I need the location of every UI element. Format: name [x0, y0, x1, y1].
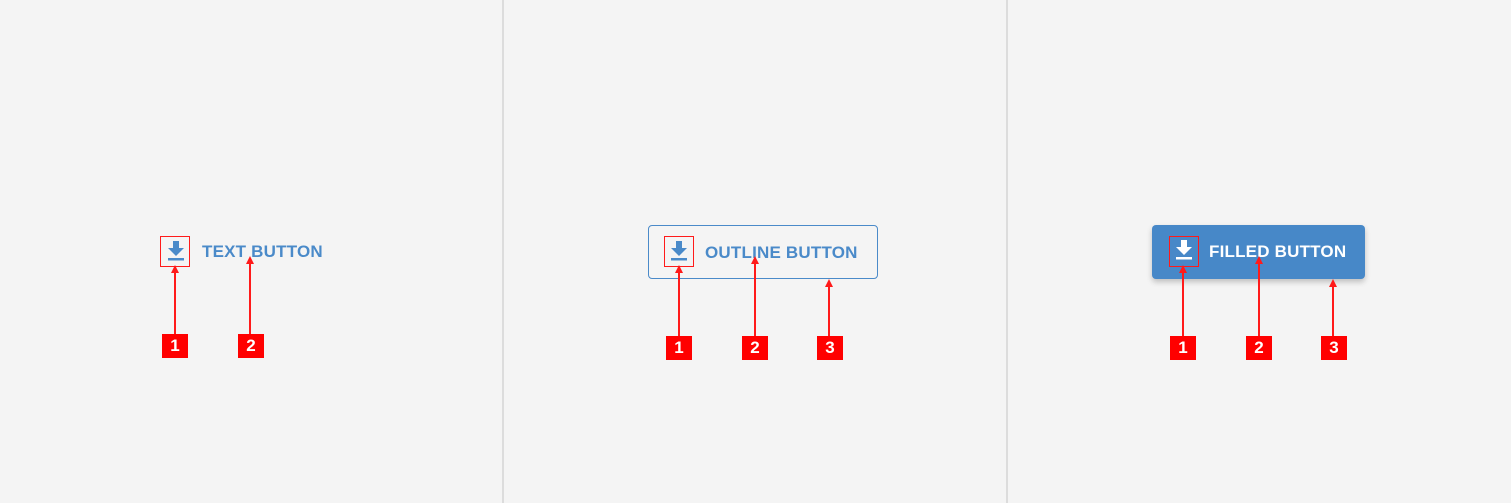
annotation-icon-box — [160, 236, 190, 267]
annotation-marker-3: 3 — [817, 336, 843, 360]
annotation-marker-2: 2 — [1246, 336, 1272, 360]
annotation-line — [754, 263, 756, 336]
annotation-marker-2: 2 — [742, 336, 768, 360]
filled-button-label: FILLED BUTTON — [1209, 242, 1347, 261]
annotation-icon-box — [664, 236, 694, 267]
annotation-line — [1258, 263, 1260, 336]
annotation-marker-1: 1 — [162, 334, 188, 358]
annotation-line — [678, 272, 680, 336]
annotation-marker-1: 1 — [1170, 336, 1196, 360]
annotation-marker-3: 3 — [1321, 336, 1347, 360]
annotation-line — [249, 263, 251, 334]
text-button-label: TEXT BUTTON — [202, 242, 323, 261]
annotation-line — [828, 286, 830, 336]
annotation-line — [174, 272, 176, 334]
annotation-line — [1332, 286, 1334, 336]
annotation-line — [1182, 272, 1184, 336]
annotation-marker-2: 2 — [238, 334, 264, 358]
annotation-marker-1: 1 — [666, 336, 692, 360]
outline-button-label: OUTLINE BUTTON — [705, 243, 858, 262]
annotation-icon-box — [1169, 236, 1199, 267]
